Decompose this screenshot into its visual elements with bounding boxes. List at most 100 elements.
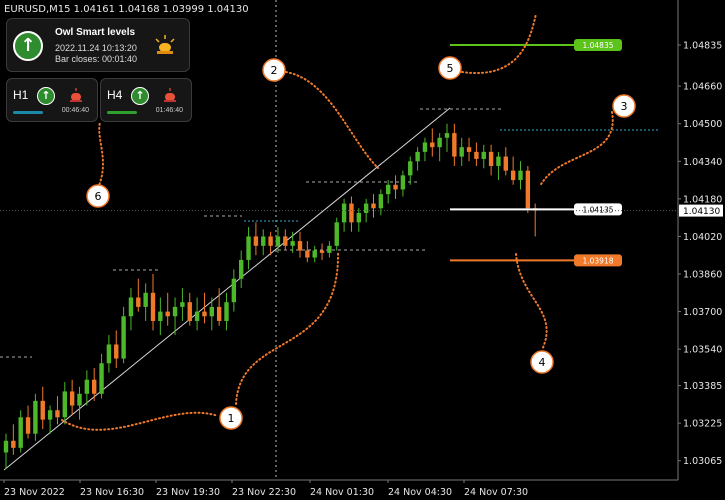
candle: [261, 229, 266, 256]
candle: [327, 241, 332, 258]
candle-body: [297, 241, 303, 251]
price-tick-label: 1.03385: [683, 381, 722, 392]
callout-marker-1: 1: [219, 406, 243, 430]
candle: [510, 156, 516, 185]
candle: [99, 353, 104, 399]
candle: [444, 123, 450, 152]
price-tick-label: 1.03700: [683, 307, 722, 318]
candle-body: [510, 170, 516, 181]
progress-bar: [107, 111, 137, 114]
current-price-label: 1.04130: [683, 207, 720, 217]
price-tick-label: 1.03225: [683, 419, 722, 430]
callout-connector: [515, 253, 548, 351]
callout-marker-5: 5: [438, 56, 462, 80]
time-tick-label: 24 Nov 04:30: [388, 487, 452, 498]
price-tick-label: 1.03065: [683, 456, 722, 467]
indicator-datetime: 2022.11.24 10:13:20: [55, 43, 137, 53]
candle-body: [143, 292, 148, 307]
callout-marker-6: 6: [86, 184, 110, 208]
time-tick-label: 23 Nov 22:30: [232, 487, 296, 498]
candle: [408, 156, 413, 185]
price-chart[interactable]: 1.04835 1.04660 1.04500 1.04340 1.04180 1.040…: [0, 0, 725, 500]
candle: [466, 137, 472, 162]
candle-body: [408, 161, 413, 176]
candle-body: [525, 170, 531, 209]
candle-body: [172, 306, 178, 317]
price-tick-label: 1.04660: [683, 82, 722, 93]
candle-body: [415, 151, 420, 162]
callout-connector: [461, 13, 537, 75]
callout-marker-2: 2: [262, 58, 286, 82]
candle-body: [312, 250, 317, 258]
callout-number: 2: [271, 64, 278, 77]
candle: [239, 250, 244, 289]
candle: [312, 245, 317, 263]
candle-body: [209, 306, 214, 317]
owl-indicator-panel[interactable]: ↑ Owl Smart levels 2022.11.24 10:13:20 B…: [6, 18, 190, 72]
candle: [69, 379, 75, 415]
candle-body: [128, 297, 134, 317]
candle: [393, 175, 398, 199]
candle-body: [474, 151, 479, 159]
timeframe-panel-h1[interactable]: H1 ↑ 00:46:40: [6, 78, 98, 122]
time-tick-label: 24 Nov 07:30: [464, 487, 528, 498]
candle-body: [261, 236, 266, 246]
candle-body: [422, 142, 428, 152]
candle-body: [503, 156, 508, 171]
candle: [452, 123, 457, 166]
alarm-siren-icon: [155, 35, 175, 54]
candle-body: [268, 236, 273, 246]
candle-body: [319, 250, 325, 253]
candle: [319, 243, 325, 260]
candle: [40, 386, 45, 430]
price-tick-label: 1.04020: [683, 232, 722, 243]
candle-body: [334, 222, 339, 246]
candle-body: [25, 417, 31, 434]
candle-body: [84, 379, 90, 394]
candle: [496, 151, 501, 181]
candle: [356, 208, 361, 232]
up-arrow-icon: ↑: [131, 87, 149, 105]
candle: [128, 288, 134, 331]
candle: [136, 278, 141, 312]
callout-connector: [539, 111, 614, 187]
candle: [231, 269, 237, 312]
candle: [474, 142, 479, 166]
candle: [62, 382, 67, 425]
candle: [194, 297, 200, 331]
candle-body: [253, 236, 259, 246]
candle-body: [216, 306, 222, 321]
candle: [488, 144, 494, 176]
candle: [150, 274, 156, 331]
candle-body: [371, 203, 376, 209]
candle: [77, 386, 82, 420]
candle: [3, 433, 9, 469]
candle-body: [488, 151, 494, 166]
candle-body: [158, 311, 163, 321]
candle: [121, 306, 126, 364]
candle-body: [69, 391, 75, 406]
candle-body: [55, 410, 60, 418]
candle-body: [150, 292, 156, 321]
candle: [187, 292, 192, 326]
time-tick-label: 23 Nov 2022: [4, 487, 65, 498]
bar-closes-label: Bar closes: 00:01:40: [55, 54, 138, 64]
timeframe-countdown: 01:46:40: [155, 107, 183, 114]
candle: [371, 194, 376, 218]
callout-connector: [97, 121, 104, 189]
candle: [334, 217, 339, 251]
candle: [481, 144, 486, 169]
price-tick-label: 1.04180: [683, 194, 722, 205]
candle: [349, 196, 354, 232]
candle-body: [231, 278, 237, 303]
timeframe-countdown: 00:46:40: [61, 107, 89, 114]
candle-body: [496, 156, 501, 166]
mt-chart-window[interactable]: 1.04835 1.04660 1.04500 1.04340 1.04180 1.040…: [0, 0, 725, 500]
candle: [415, 147, 420, 171]
candle-body: [341, 203, 347, 223]
time-tick-label: 23 Nov 16:30: [80, 487, 144, 498]
candle-body: [92, 379, 97, 394]
timeframe-panel-h4[interactable]: H4 ↑ 01:46:40: [100, 78, 192, 122]
callout-number: 3: [621, 100, 628, 113]
candle-body: [187, 302, 192, 321]
